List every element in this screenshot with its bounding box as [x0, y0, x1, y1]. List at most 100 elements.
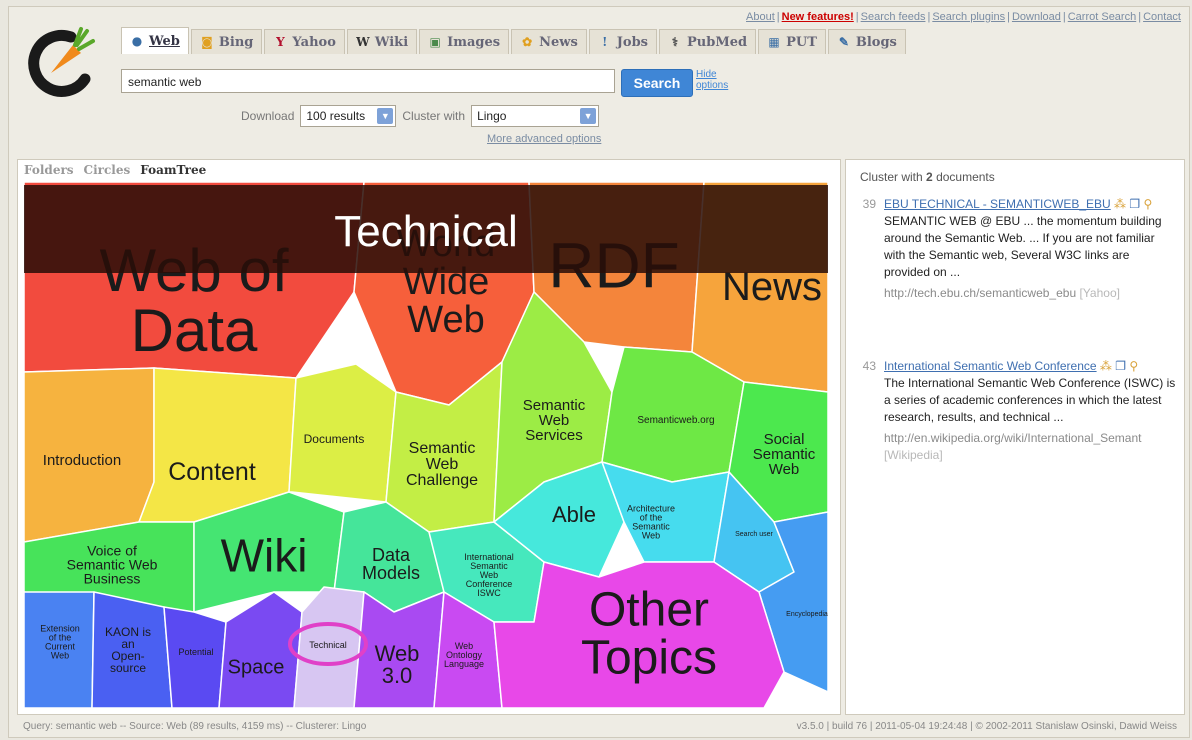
document-rank: 43 — [862, 359, 876, 373]
foamtree-visualization[interactable]: Web ofDataWorldWideWebRDFNewsIntroductio… — [24, 182, 828, 708]
cell-label: Topics — [581, 631, 717, 684]
view-tab-foamtree[interactable]: FoamTree — [140, 163, 206, 177]
carrot-logo[interactable] — [27, 23, 101, 97]
document-url: http://en.wikipedia.org/wiki/Internation… — [884, 430, 1176, 464]
foamtree-cell[interactable]: Technical — [293, 586, 365, 708]
foamtree-cell[interactable]: KAON isanOpen-source — [91, 591, 173, 708]
document-rank: 39 — [862, 197, 876, 211]
cluster-header-suffix: documents — [936, 170, 995, 184]
tab-label: Bing — [218, 34, 254, 50]
options-row: Download 100 results ▼ Cluster with Ling… — [241, 105, 600, 127]
document-url-text: http://en.wikipedia.org/wiki/Internation… — [884, 431, 1142, 445]
document-snippet: The International Semantic Web Conferenc… — [884, 376, 1176, 424]
top-link-new-features[interactable]: New features! — [782, 11, 854, 23]
yahoo-icon: Y — [276, 35, 285, 49]
cell-label: Technical — [309, 640, 347, 650]
view-tab-folders[interactable]: Folders — [24, 163, 74, 177]
search-input[interactable]: semantic web — [121, 69, 615, 93]
app-window: About | New features! | Search feeds | Search … — [8, 6, 1190, 738]
document-title-link[interactable]: International Semantic Web Conference — [884, 359, 1097, 373]
foamtree-cell[interactable]: Extensionof theCurrentWeb — [24, 591, 95, 708]
magnifier-icon[interactable]: ⚲ — [1140, 197, 1152, 211]
tab-web[interactable]: ● Web — [121, 27, 189, 54]
top-link-search-feeds[interactable]: Search feeds — [861, 11, 926, 23]
top-link-about[interactable]: About — [746, 11, 775, 23]
document-title-row: EBU TECHNICAL - SEMANTICWEB_EBU ⁂ ❐ ⚲ — [884, 196, 1176, 213]
cell-label: Models — [362, 563, 420, 583]
wiki-icon: W — [356, 35, 370, 49]
news-icon: ✿ — [522, 35, 533, 49]
cluster-label: Cluster with — [402, 109, 466, 123]
document-body: International Semantic Web Conference ⁂ … — [884, 358, 1176, 464]
link-separator: | — [1007, 11, 1010, 23]
cell-label: Semanticweb.org — [637, 415, 714, 426]
cell-label: 3.0 — [382, 663, 413, 688]
foamtree-cell[interactable]: Introduction — [24, 367, 155, 543]
cell-label: Challenge — [406, 472, 478, 489]
download-select[interactable]: 100 results ▼ — [300, 105, 397, 127]
tab-label: PubMed — [687, 34, 748, 50]
selected-cluster-title: Technical — [334, 207, 517, 256]
more-advanced-options-link[interactable]: More advanced options — [487, 133, 601, 145]
tab-label: Yahoo — [292, 34, 336, 50]
chevron-down-icon: ▼ — [580, 108, 597, 124]
cluster-select-value: Lingo — [477, 109, 507, 123]
foamtree-cell[interactable]: Potential — [163, 606, 227, 708]
tab-label: Jobs — [616, 34, 648, 50]
magnifier-icon[interactable]: ⚲ — [1126, 359, 1138, 373]
top-link-contact[interactable]: Contact — [1143, 11, 1181, 23]
link-separator: | — [855, 11, 859, 23]
cell-label: Potential — [178, 647, 213, 657]
tab-news[interactable]: ✿ News — [511, 29, 587, 54]
open-new-window-icon[interactable]: ❐ — [1126, 197, 1140, 211]
tab-yahoo[interactable]: Y Yahoo — [264, 29, 345, 54]
top-link-download[interactable]: Download — [1012, 11, 1061, 23]
tab-label: Web — [149, 33, 180, 49]
view-tabs: Folders Circles FoamTree — [24, 163, 206, 177]
status-version-info: v3.5.0 | build 76 | 2011-05-04 19:24:48 … — [796, 721, 1177, 732]
tab-blogs[interactable]: ✎ Blogs — [827, 29, 906, 54]
tab-put[interactable]: ▦ PUT — [758, 29, 826, 54]
foamtree-cell[interactable]: Documents — [288, 363, 397, 503]
cell-label: Content — [168, 458, 256, 486]
tab-wiki[interactable]: W Wiki — [346, 29, 418, 54]
images-icon: ▣ — [429, 35, 441, 49]
cell-label: Web — [642, 530, 660, 540]
cell-shape — [163, 606, 227, 708]
download-label: Download — [241, 109, 295, 123]
visualization-panel: Folders Circles FoamTree Web ofDataWorldWi… — [17, 159, 841, 715]
search-button[interactable]: Search — [621, 69, 693, 97]
put-icon: ▦ — [768, 35, 780, 49]
chevron-down-icon: ▼ — [377, 108, 394, 124]
tab-pubmed[interactable]: ⚕ PubMed — [659, 29, 757, 54]
cluster-icon[interactable]: ⁂ — [1097, 359, 1112, 373]
cell-label: Documents — [304, 432, 365, 446]
document-title-link[interactable]: EBU TECHNICAL - SEMANTICWEB_EBU — [884, 197, 1111, 211]
top-link-search-plugins[interactable]: Search plugins — [932, 11, 1005, 23]
tab-label: Wiki — [374, 34, 409, 50]
cell-label: Wiki — [221, 530, 308, 582]
tab-jobs[interactable]: ! Jobs — [588, 29, 657, 54]
open-new-window-icon[interactable]: ❐ — [1112, 359, 1126, 373]
tab-label: News — [539, 34, 578, 50]
cell-label: Introduction — [43, 452, 121, 469]
top-link-carrot-search[interactable]: Carrot Search — [1068, 11, 1136, 23]
document-list-panel: Cluster with 2 documents 39 EBU TECHNICAL… — [845, 159, 1185, 715]
jobs-icon: ! — [602, 35, 608, 49]
cell-label: Language — [444, 659, 484, 669]
cluster-header: Cluster with 2 documents — [860, 170, 995, 184]
foamtree-cell[interactable]: Web3.0 — [353, 591, 445, 708]
cell-label: ISWC — [477, 588, 501, 598]
hide-options-link[interactable]: Hide options — [696, 69, 736, 91]
cluster-icon[interactable]: ⁂ — [1111, 197, 1126, 211]
tab-images[interactable]: ▣ Images — [419, 29, 510, 54]
document-url: http://tech.ebu.ch/semanticweb_ebu [Yaho… — [884, 285, 1176, 302]
cell-label: Business — [84, 570, 141, 586]
cluster-select[interactable]: Lingo ▼ — [471, 105, 600, 127]
link-separator: | — [1062, 11, 1066, 23]
link-separator: | — [776, 11, 780, 23]
cell-label: Other — [589, 583, 709, 636]
tab-label: PUT — [786, 34, 817, 50]
tab-bing[interactable]: ◙ Bing — [190, 29, 263, 54]
view-tab-circles[interactable]: Circles — [84, 163, 131, 177]
